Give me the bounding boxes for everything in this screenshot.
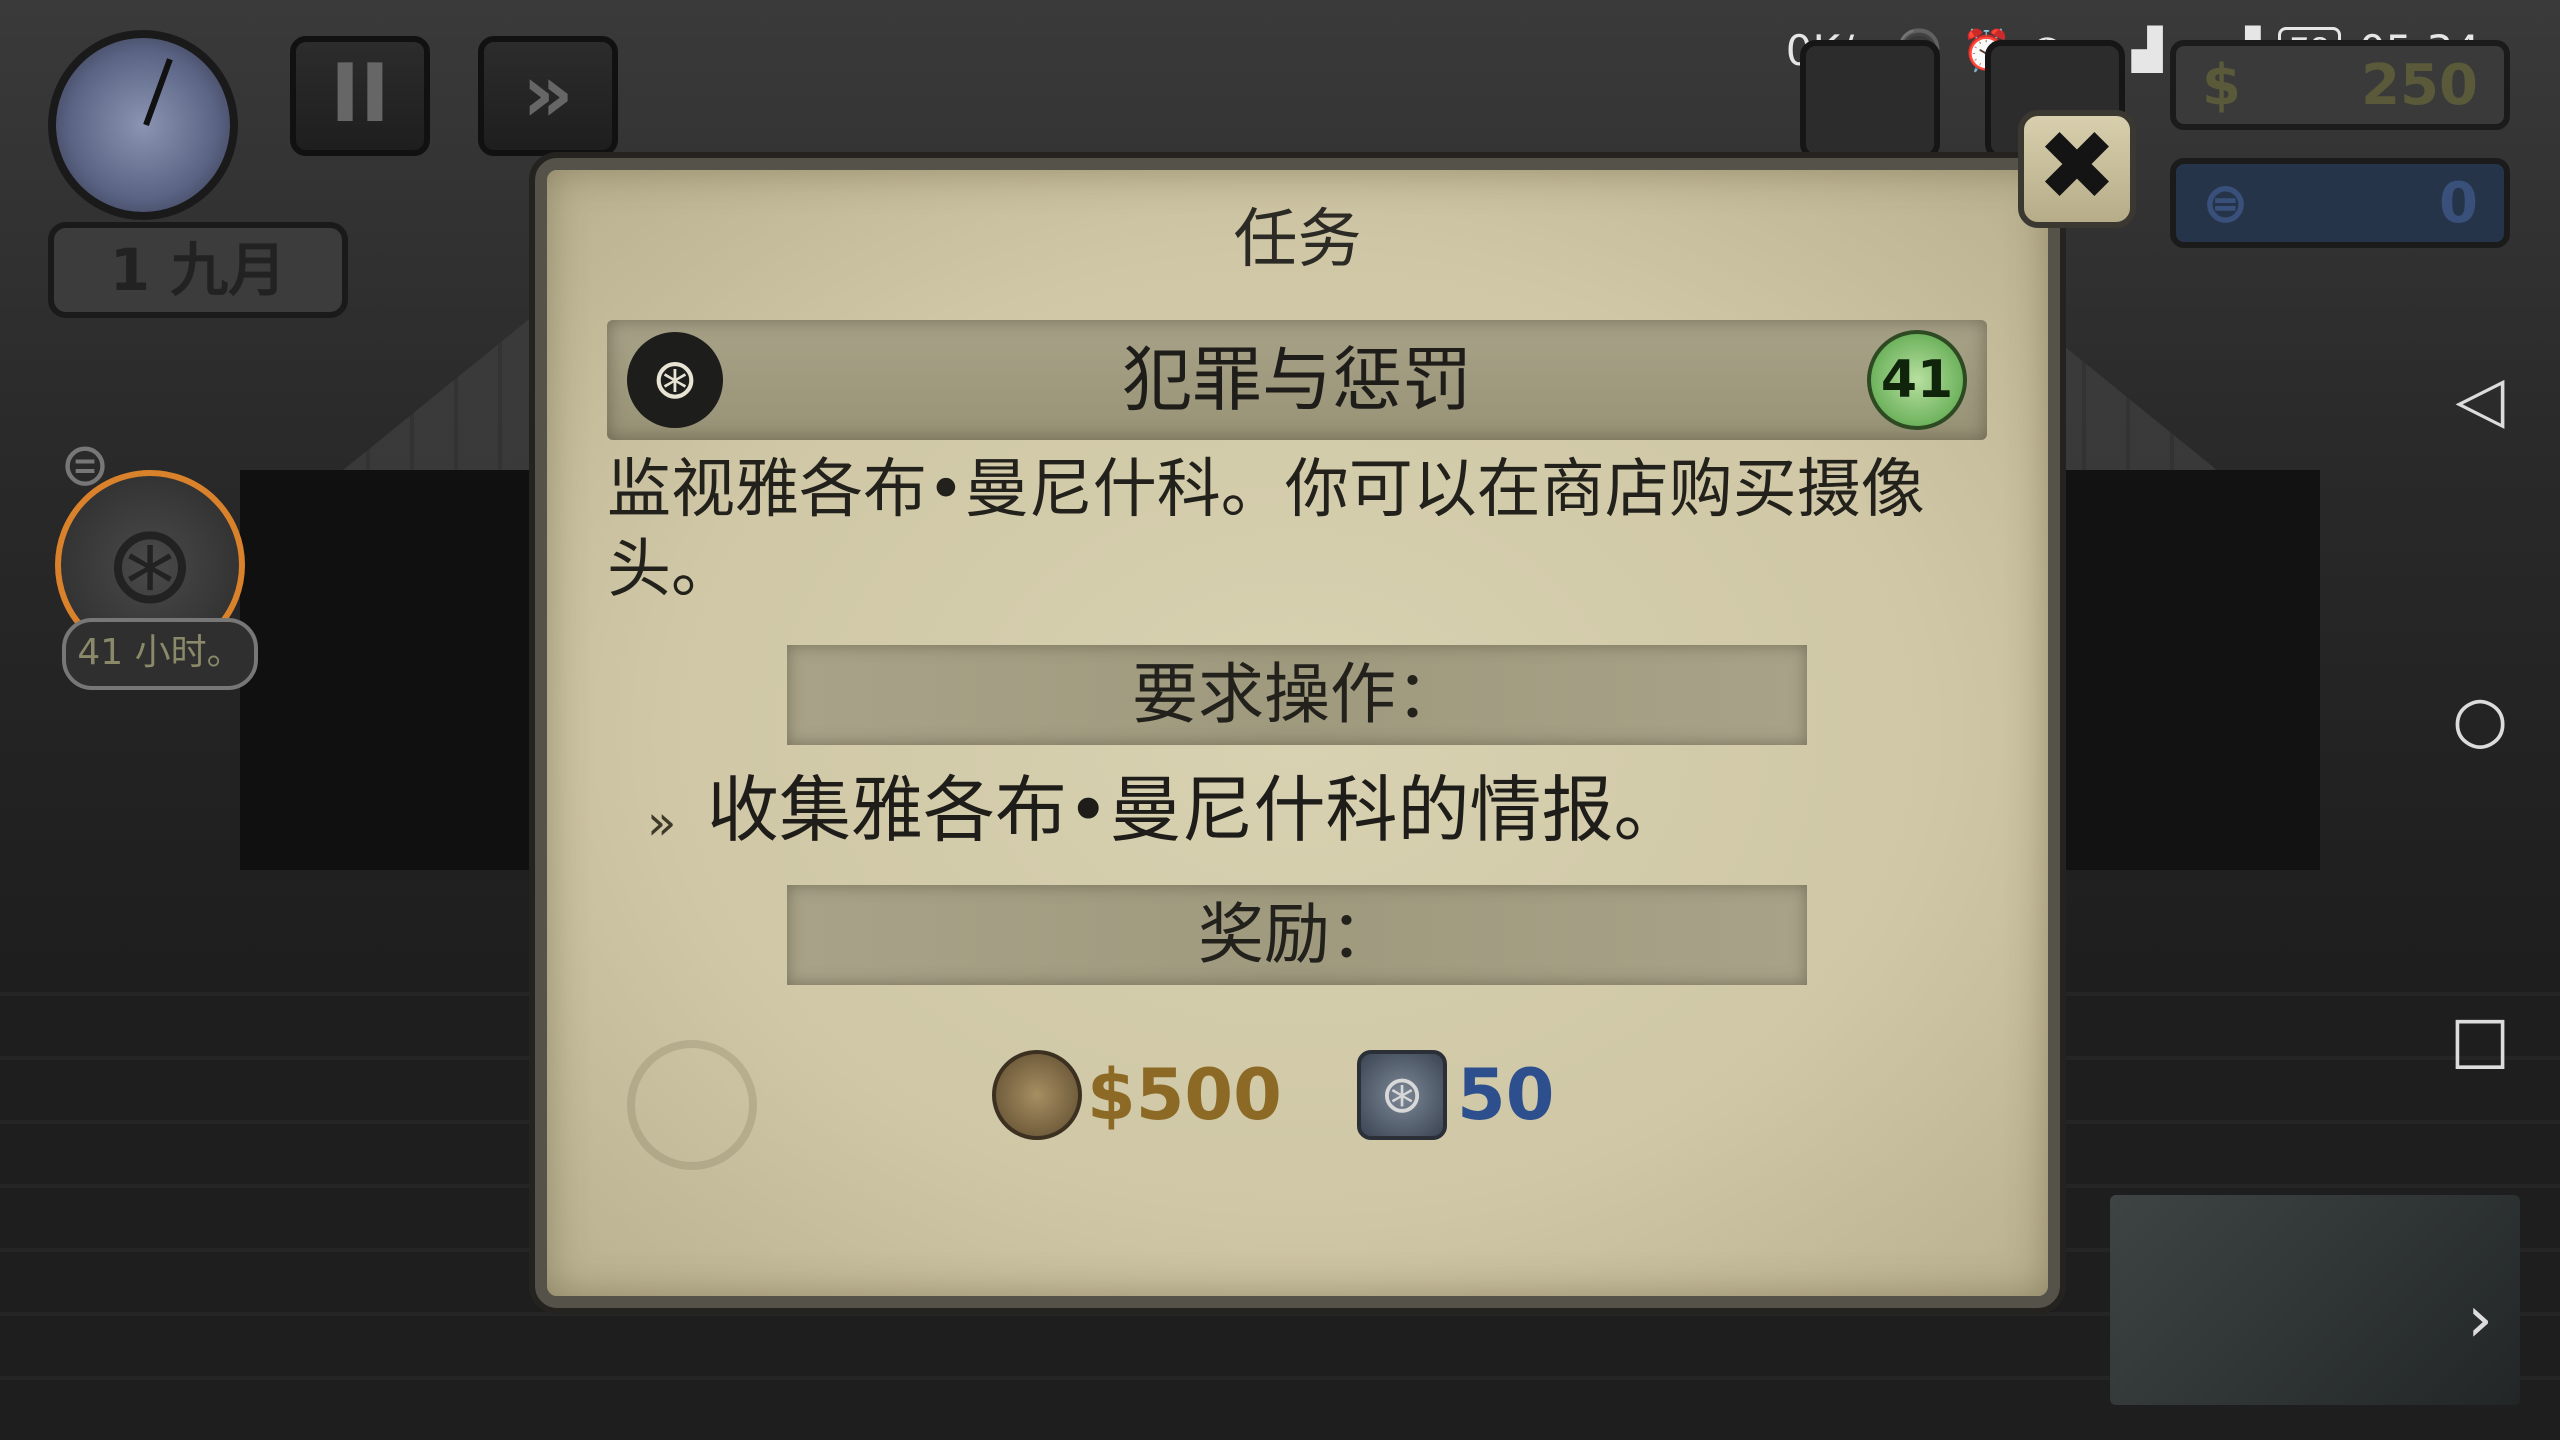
quest-name: 犯罪与惩罚 — [1122, 339, 1472, 421]
rewards-header: 奖励： — [787, 885, 1807, 985]
quest-level-badge: 41 — [1867, 330, 1967, 430]
home-nav-icon[interactable]: ○ — [2440, 680, 2520, 760]
requirement-item: 收集雅各布•曼尼什科的情报。 — [707, 768, 1686, 852]
money-value: 250 — [2361, 52, 2478, 118]
badge-icon: ⊜ — [2202, 170, 2249, 236]
recents-nav-icon[interactable]: □ — [2440, 1000, 2520, 1080]
quest-description: 监视雅各布•曼尼什科。你可以在商店购买摄像头。 — [607, 453, 1925, 607]
game-clock — [48, 30, 238, 220]
quest-header-bar: ⊛ 犯罪与惩罚 41 — [607, 320, 1987, 440]
dollar-icon: $ — [2202, 52, 2241, 118]
signal-icon: ▟ — [2131, 27, 2163, 73]
reputation-counter: ⊜ 0 — [2170, 158, 2510, 248]
requirements-label: 要求操作： — [1132, 656, 1462, 733]
money-counter: $ 250 — [2170, 40, 2510, 130]
reward-reputation: 50 — [1457, 1054, 1555, 1136]
fast-forward-button[interactable]: » — [478, 36, 618, 156]
reputation-value: 0 — [2439, 170, 2478, 236]
clock-hand — [143, 58, 173, 127]
quest-timer: 41 小时。 — [62, 618, 258, 690]
house-room-right — [2030, 470, 2320, 870]
house-room-left — [240, 470, 540, 870]
back-nav-icon[interactable]: ◁ — [2440, 360, 2520, 440]
inventory-bag-button[interactable] — [1800, 40, 1940, 160]
chevron-right-icon[interactable]: › — [2440, 1280, 2520, 1360]
rewards-label: 奖励： — [1198, 896, 1396, 973]
badge-icon: ⊛ — [1357, 1050, 1447, 1140]
dialog-title: 任务 — [1233, 203, 1362, 277]
quest-dialog: 任务 ⊛ 犯罪与惩罚 41 监视雅各布•曼尼什科。你可以在商店购买摄像头。 要求… — [535, 158, 2060, 1308]
close-button[interactable]: ✖ — [2018, 110, 2136, 228]
reward-money: $500 — [1087, 1054, 1282, 1136]
emblem-watermark — [627, 1040, 757, 1170]
pause-button[interactable]: II — [290, 36, 430, 156]
coins-icon — [992, 1050, 1082, 1140]
bullet-arrow-icon: » — [647, 795, 677, 851]
date-display: 1 九月 — [48, 222, 348, 318]
requirements-header: 要求操作： — [787, 645, 1807, 745]
